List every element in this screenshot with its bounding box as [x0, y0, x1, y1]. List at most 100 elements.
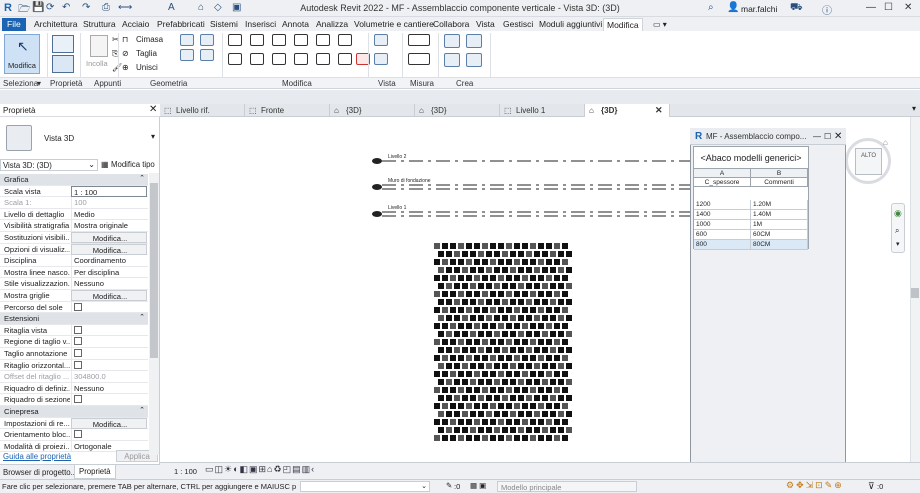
offset-icon[interactable] — [250, 34, 264, 46]
block-element[interactable] — [566, 347, 572, 353]
group-estensioni[interactable]: Estensioni ⌃ — [0, 313, 148, 325]
block-element[interactable] — [438, 395, 444, 401]
block-element[interactable] — [466, 275, 472, 281]
status-tool-icons[interactable]: ▦ ▣ — [470, 481, 486, 490]
block-element[interactable] — [446, 315, 452, 321]
block-element[interactable] — [530, 435, 536, 441]
block-element[interactable] — [534, 315, 540, 321]
table-cell[interactable]: 800 — [694, 240, 751, 250]
create-assembly-icon[interactable] — [444, 34, 460, 48]
block-element[interactable] — [538, 259, 544, 265]
block-element[interactable] — [446, 251, 452, 257]
block-element[interactable] — [502, 347, 508, 353]
block-element[interactable] — [470, 395, 476, 401]
block-element[interactable] — [442, 275, 448, 281]
block-element[interactable] — [518, 395, 524, 401]
edit-button[interactable]: Modifica... — [71, 243, 147, 255]
block-element[interactable] — [434, 355, 440, 361]
block-element[interactable] — [506, 291, 512, 297]
block-element[interactable] — [470, 283, 476, 289]
block-element[interactable] — [450, 371, 456, 377]
block-element[interactable] — [522, 355, 528, 361]
block-element[interactable] — [554, 419, 560, 425]
column-header[interactable]: Commenti — [751, 178, 808, 187]
block-element[interactable] — [562, 339, 568, 345]
block-element[interactable] — [474, 275, 480, 281]
block-element[interactable] — [558, 379, 564, 385]
block-element[interactable] — [458, 403, 464, 409]
block-element[interactable] — [486, 283, 492, 289]
block-element[interactable] — [546, 259, 552, 265]
block-element[interactable] — [454, 347, 460, 353]
block-element[interactable] — [538, 371, 544, 377]
block-element[interactable] — [558, 363, 564, 369]
block-element[interactable] — [518, 379, 524, 385]
block-element[interactable] — [462, 283, 468, 289]
rotate-icon[interactable] — [272, 53, 286, 65]
block-element[interactable] — [438, 267, 444, 273]
join-button[interactable]: Unisci — [136, 63, 158, 72]
block-element[interactable] — [470, 347, 476, 353]
block-element[interactable] — [550, 299, 556, 305]
block-element[interactable] — [510, 331, 516, 337]
block-element[interactable] — [530, 339, 536, 345]
block-element[interactable] — [446, 427, 452, 433]
block-element[interactable] — [546, 323, 552, 329]
block-element[interactable] — [434, 403, 440, 409]
measure-tool-icon[interactable] — [408, 34, 430, 46]
paste-icon[interactable] — [90, 35, 108, 57]
table-cell[interactable]: 60CM — [751, 230, 808, 240]
block-element[interactable] — [542, 251, 548, 257]
block-element[interactable] — [554, 275, 560, 281]
block-element[interactable] — [498, 339, 504, 345]
create-similar-icon[interactable] — [466, 53, 482, 67]
block-element[interactable] — [522, 323, 528, 329]
wheel-icon[interactable]: ◉ — [894, 208, 902, 219]
demolish-icon[interactable] — [200, 49, 214, 61]
property-checkbox[interactable] — [71, 359, 147, 371]
tab-vista[interactable]: Vista — [473, 18, 498, 31]
split-icon[interactable] — [316, 34, 330, 46]
block-element[interactable] — [534, 283, 540, 289]
block-element[interactable] — [490, 259, 496, 265]
block-element[interactable] — [462, 267, 468, 273]
block-element[interactable] — [478, 427, 484, 433]
level-head-icon[interactable] — [372, 158, 382, 164]
block-element[interactable] — [494, 379, 500, 385]
checkbox[interactable] — [74, 302, 82, 311]
editable-icon[interactable]: ✎ — [446, 481, 452, 490]
block-element[interactable] — [490, 387, 496, 393]
block-element[interactable] — [546, 387, 552, 393]
block-element[interactable] — [450, 403, 456, 409]
block-element[interactable] — [542, 283, 548, 289]
block-element[interactable] — [554, 339, 560, 345]
block-element[interactable] — [486, 315, 492, 321]
cart-icon[interactable]: ⛟ — [790, 2, 803, 15]
checkbox[interactable] — [74, 430, 82, 439]
block-element[interactable] — [522, 243, 528, 249]
tab-project-browser[interactable]: Browser di progetto... — [3, 468, 77, 477]
type-dropdown-icon[interactable]: ▾ — [151, 132, 155, 141]
block-element[interactable] — [494, 251, 500, 257]
block-element[interactable] — [462, 251, 468, 257]
copy-element-icon[interactable] — [250, 53, 264, 65]
block-element[interactable] — [450, 387, 456, 393]
block-element[interactable] — [554, 243, 560, 249]
block-element[interactable] — [474, 339, 480, 345]
block-element[interactable] — [550, 283, 556, 289]
block-element[interactable] — [542, 267, 548, 273]
block-element[interactable] — [546, 339, 552, 345]
block-element[interactable] — [514, 323, 520, 329]
table-cell[interactable]: 1000 — [694, 220, 751, 230]
block-element[interactable] — [458, 387, 464, 393]
tab-volumetrie[interactable]: Volumetrie e cantiere — [351, 18, 437, 31]
block-element[interactable] — [502, 363, 508, 369]
block-element[interactable] — [506, 323, 512, 329]
block-element[interactable] — [558, 427, 564, 433]
workset-selector[interactable]: ⌄ — [300, 481, 430, 492]
block-element[interactable] — [542, 299, 548, 305]
block-element[interactable] — [546, 355, 552, 361]
minimize-icon[interactable]: — — [866, 2, 876, 13]
block-element[interactable] — [506, 339, 512, 345]
block-element[interactable] — [554, 403, 560, 409]
